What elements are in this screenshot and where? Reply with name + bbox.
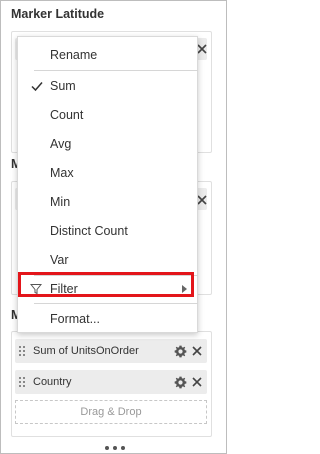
menu-separator (34, 303, 198, 304)
menu-separator (34, 70, 198, 71)
drag-handle-icon[interactable] (19, 376, 27, 388)
menu-item-max[interactable]: Max (18, 159, 197, 187)
menu-item-distinct-count[interactable]: Distinct Count (18, 217, 197, 245)
menu-item-count[interactable]: Count (18, 101, 197, 129)
gear-icon[interactable] (173, 344, 187, 358)
drag-handle-icon[interactable] (19, 345, 27, 357)
close-icon[interactable] (190, 344, 204, 358)
drag-drop-zone[interactable]: Drag & Drop (15, 400, 207, 424)
menu-item-min[interactable]: Min (18, 188, 197, 216)
menu-item-label: Distinct Count (50, 224, 128, 238)
menu-item-avg[interactable]: Avg (18, 130, 197, 158)
section-title-marker-latitude: Marker Latitude (11, 7, 105, 21)
close-icon[interactable] (190, 375, 204, 389)
field-pill-sum-of-unitsonorder[interactable]: Sum of UnitsOnOrder (15, 339, 207, 363)
field-pill-label: Sum of UnitsOnOrder (33, 345, 139, 357)
close-icon[interactable] (197, 195, 207, 205)
menu-item-label: Min (50, 195, 71, 209)
check-icon (31, 82, 43, 92)
menu-item-format[interactable]: Format... (18, 305, 197, 333)
menu-item-label: Count (50, 108, 84, 122)
menu-item-sum[interactable]: Sum (18, 72, 197, 100)
menu-item-label: Var (50, 253, 69, 267)
menu-item-label: Max (50, 166, 74, 180)
filter-highlight-box (18, 272, 194, 297)
field-pill-label: Country (33, 376, 72, 388)
menu-item-label: Format... (50, 312, 101, 326)
menu-item-rename[interactable]: Rename (18, 41, 197, 69)
menu-item-label: Rename (50, 48, 98, 62)
close-icon[interactable] (197, 44, 207, 54)
menu-item-label: Sum (50, 79, 76, 93)
menu-item-label: Avg (50, 137, 72, 151)
gear-icon[interactable] (173, 375, 187, 389)
field-pill-country[interactable]: Country (15, 370, 207, 394)
menu-item-var[interactable]: Var (18, 246, 197, 274)
more-options-icon[interactable] (105, 444, 125, 452)
